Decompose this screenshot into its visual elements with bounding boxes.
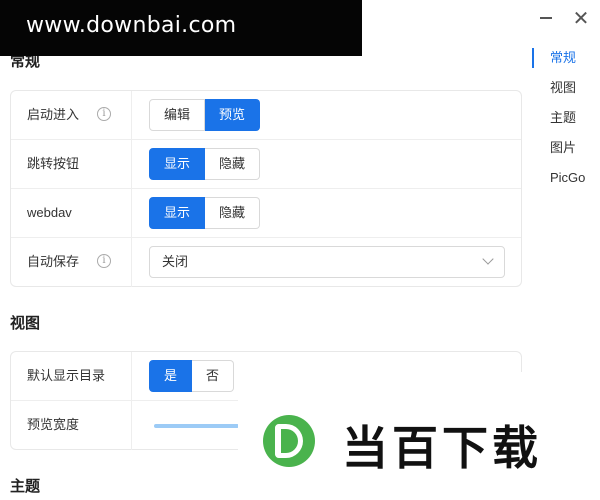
- default-toc-label: 默认显示目录: [11, 352, 132, 400]
- nav-item-view[interactable]: 视图: [532, 73, 600, 103]
- preview-width-label: 预览宽度: [11, 401, 132, 450]
- close-icon[interactable]: ✕: [571, 8, 591, 28]
- autosave-label: 自动保存 i: [11, 238, 132, 287]
- jump-button-toggle: 显示 隐藏: [149, 148, 261, 180]
- autosave-value: 关闭: [162, 254, 189, 269]
- section-title-view: 视图: [10, 315, 41, 332]
- setting-row-autosave: 自动保存 i 关闭: [11, 238, 521, 287]
- startup-mode-toggle: 编辑 预览: [149, 99, 261, 131]
- startup-label: 启动进入 i: [11, 91, 132, 139]
- nav-item-picgo[interactable]: PicGo: [532, 163, 600, 193]
- general-settings-card: 启动进入 i 编辑 预览 跳转按钮 显示 隐藏 webdav 显示 隐藏 自动保…: [10, 90, 522, 287]
- watermark-brand-text: 当百下载: [342, 421, 542, 475]
- webdav-show-option[interactable]: 显示: [149, 197, 206, 229]
- webdav-label: webdav: [11, 189, 132, 237]
- info-icon[interactable]: i: [97, 254, 111, 268]
- settings-nav: 常规 视图 主题 图片 PicGo: [532, 43, 600, 193]
- watermark-banner: www.downbai.com: [0, 0, 362, 56]
- watermark-url: www.downbai.com: [26, 13, 237, 38]
- jump-button-show-option[interactable]: 显示: [149, 148, 206, 180]
- jump-button-label: 跳转按钮: [11, 140, 132, 188]
- default-toc-toggle: 是 否: [149, 360, 235, 392]
- setting-row-webdav: webdav 显示 隐藏: [11, 189, 521, 238]
- webdav-toggle: 显示 隐藏: [149, 197, 261, 229]
- setting-row-jump-button: 跳转按钮 显示 隐藏: [11, 140, 521, 189]
- startup-edit-option[interactable]: 编辑: [149, 99, 206, 131]
- webdav-hide-option[interactable]: 隐藏: [205, 197, 261, 229]
- watermark-logo: 当百下载: [238, 372, 600, 494]
- autosave-select[interactable]: 关闭: [149, 246, 505, 278]
- default-toc-yes-option[interactable]: 是: [149, 360, 193, 392]
- setting-row-startup: 启动进入 i 编辑 预览: [11, 91, 521, 140]
- preview-width-slider[interactable]: [154, 424, 239, 428]
- nav-item-image[interactable]: 图片: [532, 133, 600, 163]
- minimize-icon[interactable]: [540, 17, 552, 19]
- chevron-down-icon: [482, 253, 494, 265]
- default-toc-no-option[interactable]: 否: [192, 360, 235, 392]
- info-icon[interactable]: i: [97, 107, 111, 121]
- startup-preview-option[interactable]: 预览: [205, 99, 261, 131]
- nav-item-theme[interactable]: 主题: [532, 103, 600, 133]
- nav-item-general[interactable]: 常规: [532, 43, 600, 73]
- section-title-theme: 主题: [10, 478, 41, 495]
- download-logo-icon: [263, 415, 315, 467]
- jump-button-hide-option[interactable]: 隐藏: [205, 148, 261, 180]
